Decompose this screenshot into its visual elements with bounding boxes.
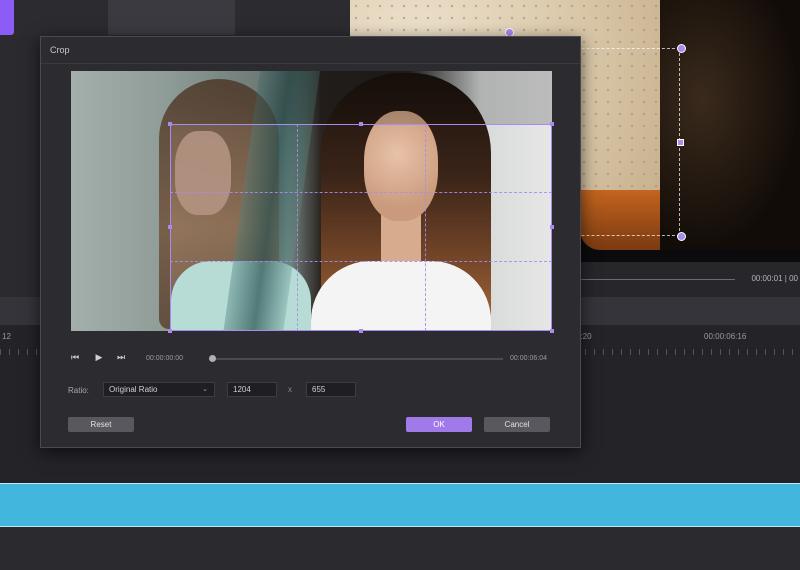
crop-corner-handle[interactable] (550, 329, 554, 333)
ratio-dropdown[interactable]: Original Ratio ⌄ (103, 382, 215, 397)
reset-button[interactable]: Reset (68, 417, 134, 432)
cancel-button[interactable]: Cancel (484, 417, 550, 432)
crop-edge-handle[interactable] (168, 225, 172, 229)
next-frame-icon[interactable]: ⏭ (114, 350, 128, 364)
dialog-title: Crop (50, 45, 70, 55)
crop-corner-handle[interactable] (550, 122, 554, 126)
video-clip-track[interactable] (0, 483, 800, 527)
crop-corner-handle[interactable] (168, 122, 172, 126)
ruler-label: 12 (2, 332, 11, 341)
dimension-separator: x (288, 385, 292, 394)
media-thumbnail[interactable] (0, 0, 14, 35)
crop-grid-line (170, 192, 552, 193)
scrub-track[interactable] (213, 358, 503, 360)
crop-edge-handle[interactable] (359, 122, 363, 126)
crop-selection-box[interactable] (170, 124, 552, 331)
play-icon[interactable]: ▶ (92, 350, 106, 364)
divider (41, 63, 580, 64)
ratio-label: Ratio: (68, 386, 89, 395)
preview-timecode: 00:00:01 | 00 (751, 274, 798, 283)
timeline-empty-track (0, 527, 800, 570)
crop-grid-line (170, 261, 552, 262)
crop-grid-line (425, 124, 426, 331)
transform-handle[interactable] (677, 232, 686, 241)
transform-handle[interactable] (677, 44, 686, 53)
crop-corner-handle[interactable] (168, 329, 172, 333)
previous-frame-icon[interactable]: ⏮ (68, 350, 82, 364)
chevron-down-icon: ⌄ (202, 386, 208, 393)
total-duration: 00:00:06:04 (510, 355, 547, 362)
preview-image-hair (660, 0, 800, 250)
crop-edge-handle[interactable] (550, 225, 554, 229)
crop-dialog: Crop ⏮ ▶ ⏭ 00:00:00:00 00:00:06:04 Ratio… (40, 36, 581, 448)
crop-width-input[interactable]: 1204 (227, 382, 277, 397)
crop-grid-line (297, 124, 298, 331)
current-time: 00:00:00:00 (146, 355, 183, 362)
crop-mask (71, 71, 552, 124)
ratio-dropdown-value: Original Ratio (109, 385, 158, 394)
crop-edge-handle[interactable] (359, 329, 363, 333)
media-thumbnail[interactable] (108, 0, 235, 35)
ruler-label: 00:00:06:16 (704, 332, 747, 341)
crop-mask (71, 124, 170, 331)
transform-handle[interactable] (677, 139, 684, 146)
media-library-panel (0, 0, 350, 35)
ok-button[interactable]: OK (406, 417, 472, 432)
scrub-knob[interactable] (209, 355, 216, 362)
crop-height-input[interactable]: 655 (306, 382, 356, 397)
